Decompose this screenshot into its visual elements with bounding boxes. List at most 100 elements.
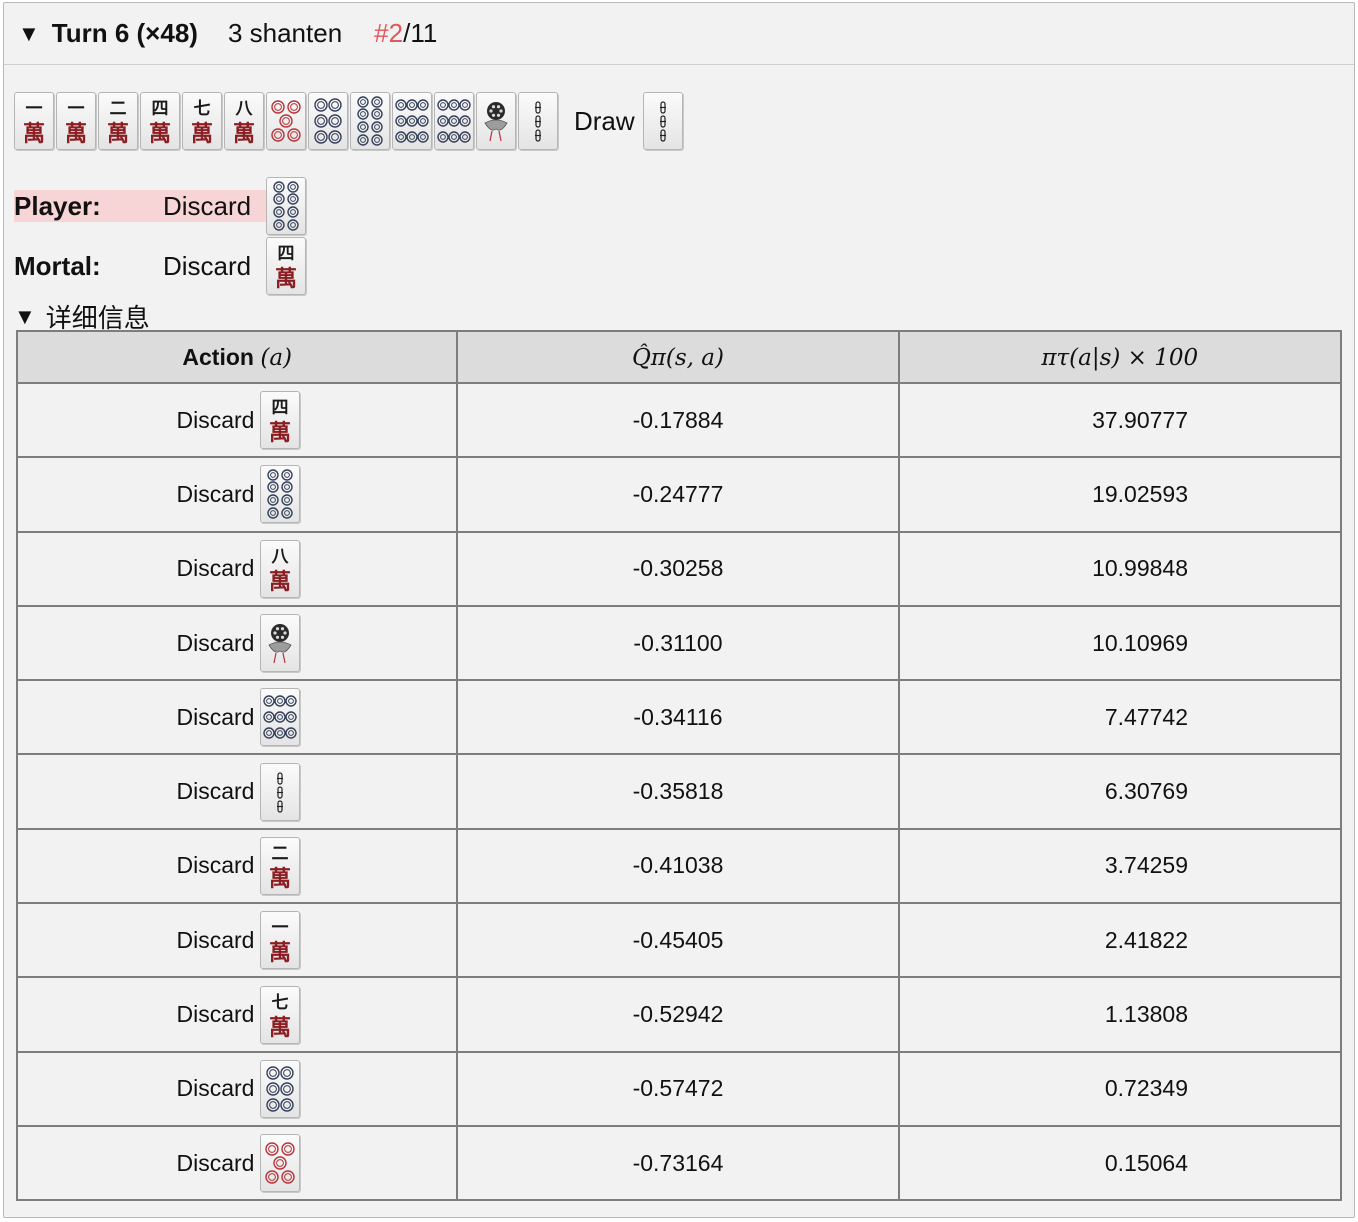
rank-total: /11 — [403, 18, 438, 48]
svg-text:萬: 萬 — [269, 570, 291, 595]
action-label: Discard — [176, 778, 255, 805]
pi-value-cell: 0.72349 — [897, 1050, 1342, 1127]
q-value-cell: -0.17884 — [456, 381, 900, 459]
turn-summary[interactable]: ▼ Turn 6 (×48) 3 shanten #2/11 — [4, 3, 1354, 65]
mortal-tile-icon: 四萬 — [266, 237, 306, 295]
hand-tile-9p-icon[interactable] — [392, 92, 432, 150]
q-value-cell: -0.41038 — [456, 827, 900, 905]
q-value-cell: -0.45405 — [456, 902, 900, 979]
svg-text:萬: 萬 — [233, 122, 255, 147]
action-tile-icon: 四萬 — [260, 391, 301, 450]
svg-text:四: 四 — [278, 244, 295, 264]
hand-tile-6p-icon[interactable] — [308, 92, 348, 150]
svg-text:萬: 萬 — [275, 267, 297, 292]
action-cell: Discard — [15, 1050, 459, 1127]
action-label: Discard — [176, 629, 255, 656]
svg-text:萬: 萬 — [65, 122, 87, 147]
svg-text:八: 八 — [236, 99, 254, 119]
header-pi: πτ(a|s) × 100 — [897, 330, 1342, 384]
mortal-action: Discard — [163, 250, 252, 281]
table-header-row: Action (a) Q̂π(s, a) πτ(a|s) × 100 — [15, 330, 1342, 384]
svg-text:萬: 萬 — [149, 122, 171, 147]
hand-tile-2m-icon[interactable]: 二萬 — [98, 92, 138, 150]
table-row: Discard 四萬 -0.17884 37.90777 — [15, 381, 1342, 459]
hand-tile-7m-icon[interactable]: 七萬 — [182, 92, 222, 150]
q-value-cell: -0.57472 — [456, 1050, 900, 1127]
table-row: Discard -0.73164 0.15064 — [15, 1124, 1342, 1202]
q-value-cell: -0.35818 — [456, 753, 900, 830]
header-action-text: Action — [182, 343, 254, 370]
pi-value-cell: 19.02593 — [897, 456, 1342, 533]
rank-label: #2/11 — [374, 18, 437, 49]
svg-text:萬: 萬 — [107, 122, 129, 147]
hand-tile-5p-icon[interactable] — [266, 92, 306, 150]
q-value-cell: -0.34116 — [456, 679, 900, 756]
disclosure-triangle-icon[interactable]: ▼ — [14, 304, 36, 330]
player-action: Discard — [163, 190, 252, 221]
svg-text:萬: 萬 — [269, 1016, 291, 1041]
header-q-text: Q̂π(s, a) — [631, 344, 724, 371]
mortal-label: Mortal: — [14, 250, 101, 281]
pi-value-cell: 6.30769 — [897, 753, 1342, 830]
hand-tile-8m-icon[interactable]: 八萬 — [224, 92, 264, 150]
header-q: Q̂π(s, a) — [456, 330, 900, 384]
svg-text:一: 一 — [68, 99, 85, 119]
svg-text:萬: 萬 — [269, 941, 291, 966]
mortal-decision: Mortal: Discard 四萬 — [14, 236, 308, 296]
action-cell: Discard 四萬 — [15, 381, 459, 459]
svg-text:萬: 萬 — [23, 122, 45, 147]
action-tile-icon — [260, 762, 301, 821]
action-cell: Discard — [15, 456, 459, 533]
draw-label: Draw — [574, 105, 635, 136]
action-tile-icon: 二萬 — [260, 836, 301, 895]
hand-tile-3s-icon[interactable] — [518, 92, 558, 150]
action-tile-icon — [260, 1134, 301, 1193]
action-label: Discard — [176, 555, 255, 582]
action-tile-icon: 八萬 — [260, 539, 301, 598]
q-value-cell: -0.52942 — [456, 976, 900, 1053]
q-value-cell: -0.73164 — [456, 1124, 900, 1202]
action-label: Discard — [176, 406, 255, 433]
shanten-label: 3 shanten — [227, 18, 343, 48]
turn-label: Turn 6 (×48) — [51, 18, 198, 48]
hand-tile-1s-icon[interactable] — [476, 92, 516, 150]
svg-text:四: 四 — [272, 398, 289, 418]
hand-tile-1m-icon[interactable]: 一萬 — [14, 92, 54, 150]
action-table: Action (a) Q̂π(s, a) πτ(a|s) × 100 Disca… — [15, 330, 1342, 1202]
hand-tile-8p-icon[interactable] — [350, 92, 390, 150]
hand-tile-4m-icon[interactable]: 四萬 — [140, 92, 180, 150]
svg-text:八: 八 — [272, 547, 290, 567]
action-tile-icon: 一萬 — [260, 911, 301, 970]
pi-value-cell: 37.90777 — [897, 381, 1342, 459]
hand-tile-1m-icon[interactable]: 一萬 — [56, 92, 96, 150]
svg-text:一: 一 — [26, 99, 43, 119]
action-cell: Discard — [15, 1124, 459, 1202]
disclosure-triangle-icon[interactable]: ▼ — [18, 21, 40, 47]
q-value-cell: -0.24777 — [456, 456, 900, 533]
action-label: Discard — [176, 852, 255, 879]
hand-tiles: 一萬一萬二萬四萬七萬八萬 Draw — [14, 90, 685, 152]
action-tile-icon — [260, 1059, 301, 1118]
action-label: Discard — [176, 703, 255, 730]
action-tile-icon: 七萬 — [260, 985, 301, 1044]
table-row: Discard -0.24777 19.02593 — [15, 456, 1342, 533]
pi-value-cell: 3.74259 — [897, 827, 1342, 905]
svg-text:萬: 萬 — [191, 122, 213, 147]
svg-text:萬: 萬 — [269, 867, 291, 892]
q-value-cell: -0.31100 — [456, 604, 900, 682]
action-cell: Discard 一萬 — [15, 902, 459, 979]
header-pi-text: πτ(a|s) × 100 — [1041, 344, 1199, 371]
rank-prefix: #2 — [374, 18, 404, 48]
pi-value-cell: 1.13808 — [897, 976, 1342, 1053]
action-cell: Discard — [15, 753, 459, 830]
hand-tile-9p-icon[interactable] — [434, 92, 474, 150]
table-row: Discard 一萬 -0.45405 2.41822 — [15, 902, 1342, 979]
action-cell: Discard 七萬 — [15, 976, 459, 1053]
table-row: Discard 二萬 -0.41038 3.74259 — [15, 827, 1342, 905]
action-label: Discard — [176, 1001, 255, 1028]
table-row: Discard -0.34116 7.47742 — [15, 679, 1342, 756]
header-action: Action (a) — [15, 330, 459, 384]
action-tile-icon — [260, 614, 301, 673]
svg-text:四: 四 — [152, 99, 169, 119]
action-cell: Discard 八萬 — [15, 530, 459, 607]
